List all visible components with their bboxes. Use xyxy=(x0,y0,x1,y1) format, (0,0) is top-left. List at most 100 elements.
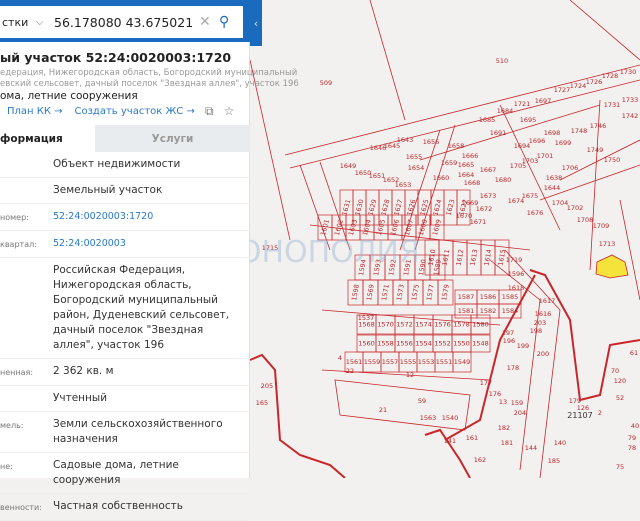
map-label: 1658 xyxy=(448,142,465,150)
map-label: 4 xyxy=(338,354,342,362)
map-label: 1672 xyxy=(476,205,493,213)
map-label: 509 xyxy=(320,79,332,87)
tab-information[interactable]: формация xyxy=(0,125,95,152)
map-label: 1719 xyxy=(506,256,523,264)
parcel-label: 1550 xyxy=(453,340,470,348)
map-label: 1726 xyxy=(586,78,603,86)
parcel-label: 1582 xyxy=(480,307,497,315)
map-label: 2 xyxy=(598,409,602,417)
search-doc-icon[interactable]: ⧉ xyxy=(205,104,214,119)
map-label: 196 xyxy=(503,337,515,345)
map-label: 1653 xyxy=(395,181,412,189)
info-value: Земельный участок xyxy=(53,184,163,196)
parcel-label: 1581 xyxy=(458,307,475,315)
info-label: ненная: xyxy=(0,368,34,377)
map-label: 22 xyxy=(346,367,354,375)
map-label: 1708 xyxy=(577,216,594,224)
map-label: 140 xyxy=(554,439,566,447)
map-label: 1705 xyxy=(510,162,527,170)
star-icon[interactable]: ☆ xyxy=(224,104,235,119)
parcel-label: 1576 xyxy=(434,321,451,329)
map-label: 1675 xyxy=(522,192,539,200)
map-label: 1750 xyxy=(604,156,621,164)
info-value: Земли сельскохозяйственного назначения xyxy=(53,418,223,445)
parcel-label: 1559 xyxy=(364,358,381,366)
parcel-label: 1555 xyxy=(400,358,417,366)
map-label: 1748 xyxy=(571,127,588,135)
map-label: 1749 xyxy=(587,146,604,154)
search-input[interactable]: 56.178080 43.675021 xyxy=(54,15,199,30)
map-label: 178 xyxy=(507,364,519,372)
tab-services[interactable]: Услуги xyxy=(95,125,250,152)
map-label: 1656 xyxy=(423,138,440,146)
map-label: 1616 xyxy=(535,310,552,318)
info-label: не: xyxy=(0,462,13,471)
parcel-label: 1558 xyxy=(377,340,394,348)
map-label: 1667 xyxy=(480,166,497,174)
address-line: едерация, Нижегородская область, Богород… xyxy=(0,68,298,78)
map-label: 176 xyxy=(489,390,501,398)
info-value: Российская Федерация, Нижегородская обла… xyxy=(53,264,230,351)
map-label: 12 xyxy=(406,371,414,379)
info-value: Объект недвижимости xyxy=(53,158,181,170)
map-label: 1691 xyxy=(490,129,507,137)
map-label: 1695 xyxy=(520,116,537,124)
map-label: 13 xyxy=(499,398,507,406)
clear-icon[interactable]: ✕ xyxy=(199,14,219,30)
map-label: 1731 xyxy=(604,101,621,109)
info-row: Земельный участок xyxy=(0,178,250,204)
plan-kk-link[interactable]: План КК → xyxy=(7,106,63,117)
search-bar[interactable]: стки ⌵ 56.178080 43.675021 ✕ ⚲ xyxy=(0,6,243,38)
map-label: 203 xyxy=(534,319,546,327)
map-label: 40 xyxy=(631,422,639,430)
map-label: 1659 xyxy=(441,159,458,167)
map-label: 1676 xyxy=(527,209,544,217)
map-label: 78 xyxy=(628,444,636,452)
map-label: 1699 xyxy=(555,139,572,147)
collapse-sidebar-button[interactable]: ‹ xyxy=(250,0,262,46)
info-row: квартал: 52:24:0020003 xyxy=(0,231,250,258)
map-label: 59 xyxy=(418,397,426,405)
parcel-purpose: ома, летние сооружения xyxy=(0,90,138,102)
map-label: 52 xyxy=(616,394,624,402)
map-label: 1596 xyxy=(508,270,525,278)
map-label: 1654 xyxy=(408,164,425,172)
info-value: Садовые дома, летние сооружения xyxy=(53,459,179,486)
info-row: не: Садовые дома, летние сооружения xyxy=(0,453,250,494)
address-line: евский сельсовет, дачный поселок "Звездн… xyxy=(0,79,299,89)
parcel-label: 1549 xyxy=(454,358,471,366)
layer-select[interactable]: стки xyxy=(0,16,36,29)
map-label: 1713 xyxy=(599,240,616,248)
info-value[interactable]: 52:24:0020003:1720 xyxy=(53,209,250,225)
map-label: 185 xyxy=(548,457,560,465)
map-label: 1617 xyxy=(539,297,556,305)
parcel-label: 1578 xyxy=(453,321,470,329)
parcel-label: 1560 xyxy=(358,340,375,348)
map-label: 1702 xyxy=(567,204,584,212)
search-icon[interactable]: ⚲ xyxy=(219,14,243,30)
chevron-down-icon[interactable]: ⌵ xyxy=(36,17,54,28)
map-label: 1618 xyxy=(508,284,525,292)
map-label: 61 xyxy=(630,349,638,357)
map-label: 162 xyxy=(474,456,486,464)
map-label: 1701 xyxy=(537,152,554,160)
map-label: 1728 xyxy=(602,72,619,80)
map-label: 159 xyxy=(511,399,523,407)
map-label: 1721 xyxy=(514,100,531,108)
parcel-label: 1556 xyxy=(396,340,413,348)
map-label: 197 xyxy=(502,329,514,337)
info-row: венности: Частная собственность xyxy=(0,494,250,521)
map-label: 1724 xyxy=(570,82,587,90)
map-label: 1709 xyxy=(593,222,610,230)
info-label xyxy=(0,183,53,198)
parcel-label: 1574 xyxy=(415,321,432,329)
create-parcel-link[interactable]: Создать участок ЖС → xyxy=(75,106,195,117)
map-label: 144 xyxy=(525,444,537,452)
map-label: 1706 xyxy=(562,164,579,172)
info-row: номер: 52:24:0020003:1720 xyxy=(0,204,250,231)
info-value[interactable]: 52:24:0020003 xyxy=(53,236,250,252)
map-label: 1697 xyxy=(535,97,552,105)
map-label: 1537 xyxy=(358,314,375,322)
map-label: 21107 xyxy=(567,411,592,420)
map-label: 205 xyxy=(261,382,273,390)
